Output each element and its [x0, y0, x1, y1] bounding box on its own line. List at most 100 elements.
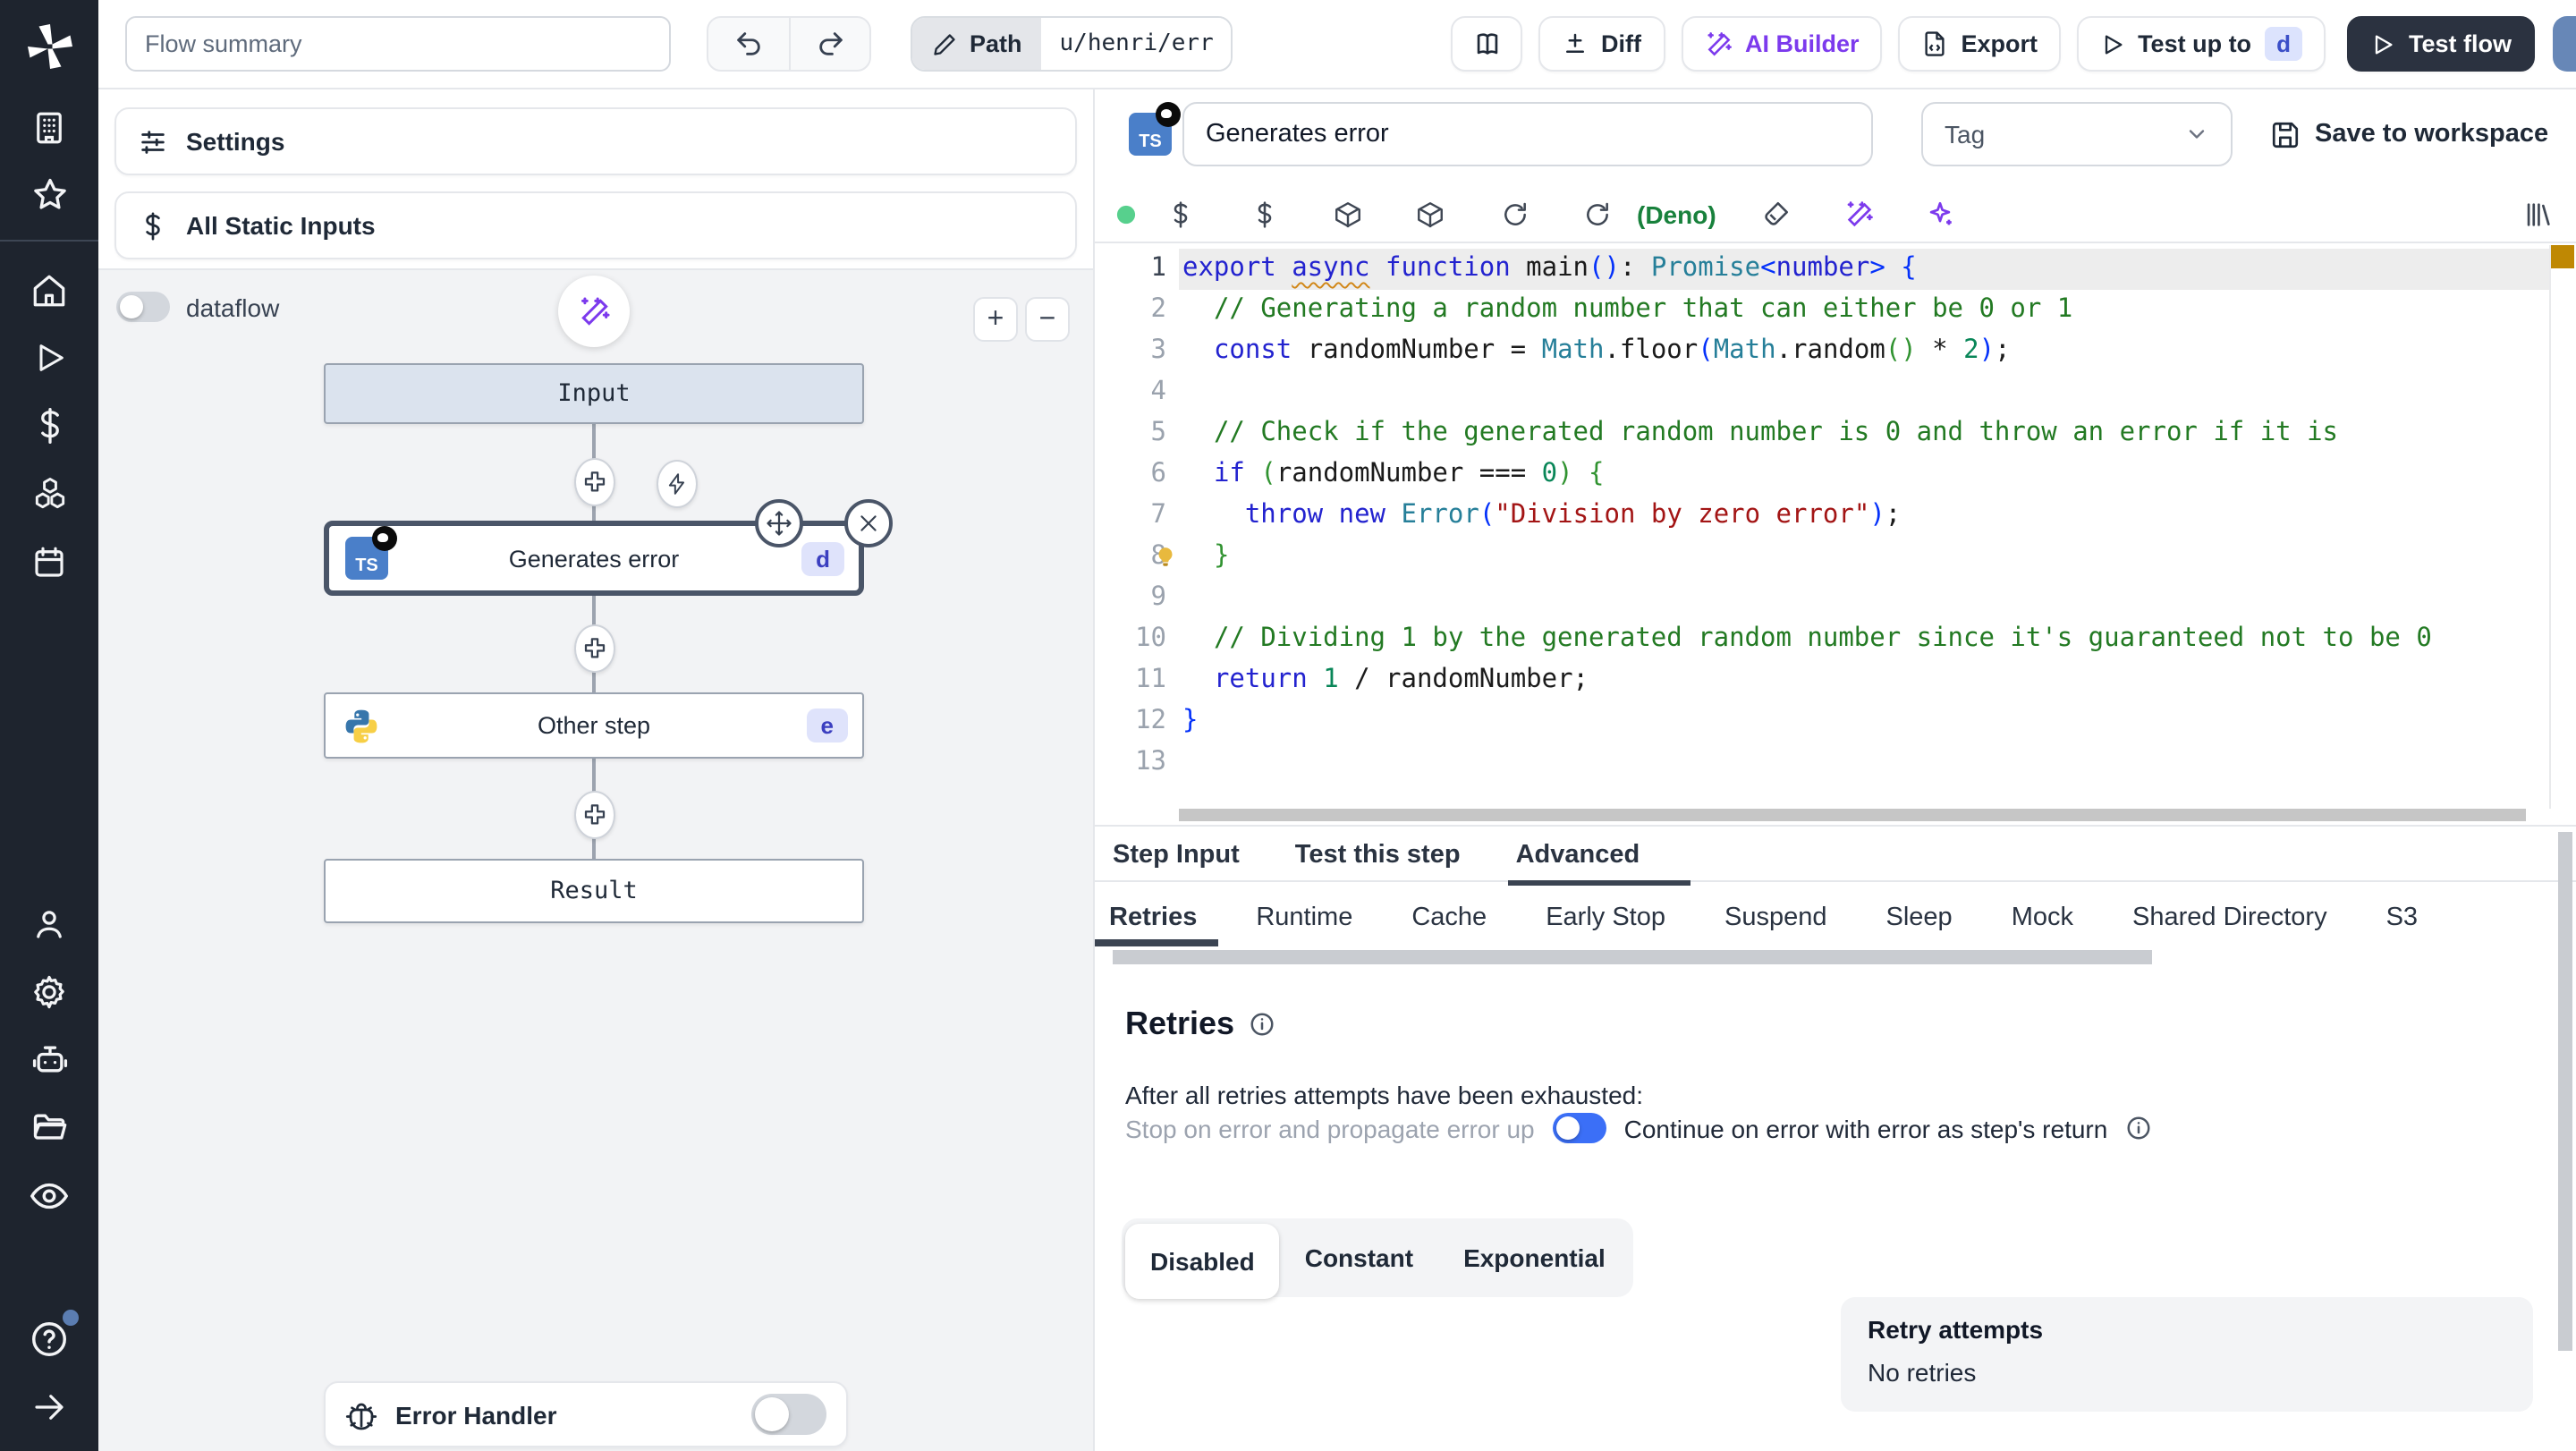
ai-edit-wand-icon[interactable]: [1844, 199, 1875, 230]
flow-graph-panel: Settings All Static Inputs dataflow + −: [98, 89, 1095, 1451]
diff-icon: [1566, 33, 1584, 53]
user-icon[interactable]: [15, 889, 83, 957]
retries-exhausted-label: After all retries attempts have been exh…: [1125, 1081, 1643, 1109]
info-icon[interactable]: [2125, 1115, 2152, 1141]
add-resource-icon[interactable]: [1250, 200, 1279, 229]
dollar-icon: [146, 211, 160, 240]
retry-mode-constant[interactable]: Constant: [1280, 1222, 1438, 1294]
flow-node-input[interactable]: Input: [324, 363, 864, 424]
library-icon[interactable]: [2522, 199, 2553, 230]
insert-step-button[interactable]: [574, 624, 615, 673]
diff-button[interactable]: Diff: [1538, 16, 1665, 72]
subtab-mock[interactable]: Mock: [2012, 889, 2073, 946]
add-variable-icon[interactable]: [1166, 200, 1195, 229]
flow-graph-canvas[interactable]: dataflow + − Input TS Generates error d …: [98, 268, 1093, 1451]
panel-vertical-scrollbar[interactable]: [2558, 832, 2572, 1351]
subtab-suspend[interactable]: Suspend: [1724, 889, 1827, 946]
subtab-early-stop[interactable]: Early Stop: [1546, 889, 1665, 946]
tab-advanced[interactable]: Advanced: [1508, 827, 1691, 885]
retry-attempts-label: Retry attempts: [1868, 1315, 2044, 1344]
test-up-to-button[interactable]: Test up to d: [2077, 16, 2326, 72]
package-icon[interactable]: [1333, 199, 1363, 230]
ai-robot-icon[interactable]: [15, 1025, 83, 1093]
dataflow-label: dataflow: [186, 293, 280, 321]
export-file-icon: [1925, 31, 1945, 56]
move-step-button[interactable]: [755, 499, 803, 547]
flow-path-value[interactable]: u/henri/err: [1041, 18, 1232, 70]
retry-mode-exponential[interactable]: Exponential: [1438, 1222, 1631, 1294]
continue-on-error-option: Continue on error with error as step's r…: [1623, 1114, 2108, 1142]
info-icon[interactable]: [1249, 1011, 1275, 1038]
variables-icon[interactable]: [15, 392, 83, 460]
flow-summary-input[interactable]: [125, 16, 671, 72]
folders-icon[interactable]: [15, 1093, 83, 1161]
deno-runtime-label[interactable]: (Deno): [1637, 200, 1716, 229]
undo-button[interactable]: [708, 18, 789, 70]
subtab-retries[interactable]: Retries: [1095, 889, 1219, 946]
export-button[interactable]: Export: [1898, 16, 2062, 72]
subtab-s3[interactable]: S3: [2386, 889, 2419, 946]
all-static-inputs-button[interactable]: All Static Inputs: [114, 191, 1077, 259]
subtab-runtime[interactable]: Runtime: [1256, 889, 1352, 946]
tab-step-input[interactable]: Step Input: [1113, 827, 1240, 881]
reset-icon[interactable]: [1583, 200, 1612, 229]
dataflow-toggle[interactable]: [116, 292, 170, 322]
insert-step-button[interactable]: [574, 458, 615, 506]
code-horizontal-scrollbar[interactable]: [1179, 809, 2526, 821]
ai-sparkles-icon[interactable]: [1925, 199, 1955, 230]
package-icon[interactable]: [1415, 199, 1445, 230]
code-lines[interactable]: export async function main(): Promise<nu…: [1182, 249, 2547, 784]
tag-select[interactable]: Tag: [1921, 102, 2233, 166]
zoom-in-button[interactable]: +: [973, 297, 1018, 342]
test-flow-button[interactable]: Test flow: [2347, 16, 2535, 72]
zoom-out-button[interactable]: −: [1025, 297, 1070, 342]
reload-icon[interactable]: [1501, 200, 1530, 229]
bug-icon: [345, 1402, 377, 1430]
error-handler-toggle[interactable]: [751, 1394, 826, 1435]
insert-step-button[interactable]: [574, 791, 615, 839]
runs-icon[interactable]: [15, 324, 83, 392]
move-icon: [767, 511, 792, 536]
audit-eye-icon[interactable]: [15, 1161, 83, 1229]
subtab-cache[interactable]: Cache: [1411, 889, 1487, 946]
ai-builder-button[interactable]: AI Builder: [1681, 16, 1883, 72]
lightbulb-icon[interactable]: [1154, 546, 1177, 569]
continue-on-error-toggle[interactable]: [1552, 1113, 1606, 1143]
favorites-icon[interactable]: [15, 161, 83, 229]
resources-icon[interactable]: [15, 460, 83, 528]
collapse-sidebar-icon[interactable]: [15, 1372, 83, 1440]
flow-node-result[interactable]: Result: [324, 859, 864, 923]
home-icon[interactable]: [15, 256, 83, 324]
subtabs-scrollbar[interactable]: [1113, 950, 2152, 964]
schedules-icon[interactable]: [15, 528, 83, 596]
subtab-sleep[interactable]: Sleep: [1886, 889, 1953, 946]
retry-mode-disabled[interactable]: Disabled: [1125, 1224, 1280, 1299]
step-name-input[interactable]: [1182, 102, 1873, 166]
subtab-shared-directory[interactable]: Shared Directory: [2132, 889, 2327, 946]
chevron-down-icon: [2189, 130, 2205, 139]
flow-node-other-step[interactable]: Other step e: [324, 692, 864, 759]
retries-title: Retries: [1125, 1006, 1235, 1041]
workspace-icon[interactable]: [15, 93, 83, 161]
play-icon: [2376, 34, 2394, 54]
redo-button[interactable]: [789, 18, 869, 70]
insert-trigger-button[interactable]: [657, 460, 698, 508]
save-to-workspace-button[interactable]: Save to workspace: [2270, 119, 2548, 149]
error-handler-row[interactable]: Error Handler: [324, 1381, 848, 1447]
retry-mode-segmented-control: Disabled Constant Exponential: [1122, 1218, 1634, 1299]
step-id-badge: e: [806, 709, 848, 742]
sliders-icon: [141, 130, 165, 153]
deploy-button-partial[interactable]: [2553, 16, 2576, 72]
windmill-logo[interactable]: [0, 0, 98, 93]
code-editor[interactable]: 1 2 3 4 5 6 7 8 9 10 11 12 13 export async function …: [1095, 245, 2576, 825]
settings-gear-icon[interactable]: [15, 957, 83, 1025]
docs-button[interactable]: [1451, 16, 1522, 72]
edit-path-button[interactable]: Path: [912, 18, 1042, 70]
delete-step-button[interactable]: [844, 499, 893, 547]
typescript-deno-icon: TS: [1129, 102, 1181, 156]
flow-settings-button[interactable]: Settings: [114, 107, 1077, 175]
format-brush-icon[interactable]: [1760, 199, 1791, 230]
ai-flow-assistant-button[interactable]: [558, 276, 630, 347]
tab-test-this-step[interactable]: Test this step: [1295, 827, 1461, 881]
help-icon[interactable]: [15, 1304, 83, 1372]
